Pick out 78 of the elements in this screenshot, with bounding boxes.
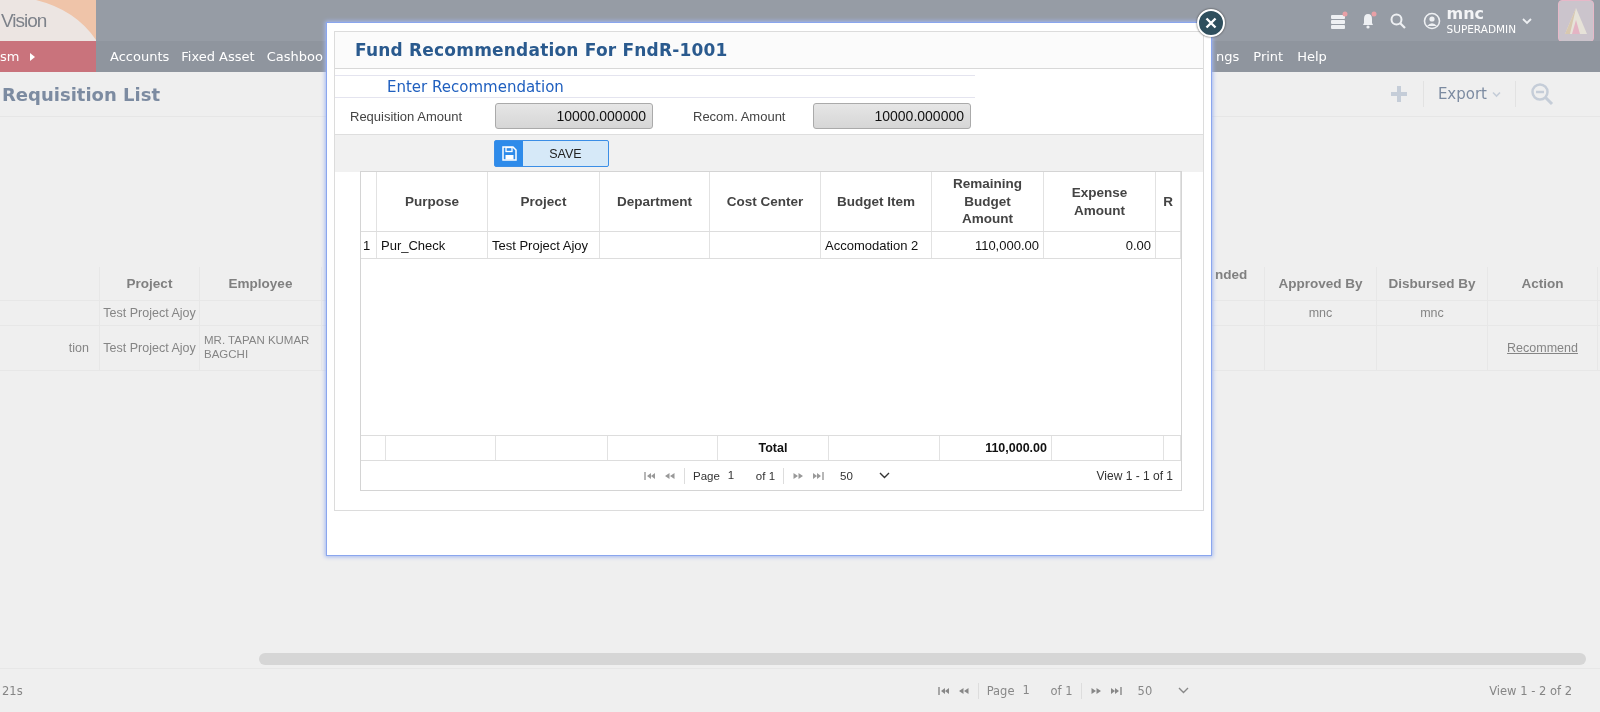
caret-icon — [1492, 90, 1501, 98]
page-total: of 1 — [755, 469, 776, 482]
menu-item[interactable]: Fixed Asset — [181, 49, 255, 64]
column-header: Budget Item — [837, 192, 915, 211]
close-icon — [1205, 17, 1217, 29]
page-title: Requisition List — [2, 83, 160, 105]
column-header: Department — [617, 192, 692, 211]
page-label: Page — [986, 683, 1015, 698]
column-header: Remaining Budget Amount — [952, 175, 1023, 228]
next-page-icon[interactable] — [1089, 686, 1102, 695]
user-name: mnc — [1446, 6, 1486, 23]
table-cell: mnc — [1308, 306, 1333, 320]
table-cell: Test Project Ajoy — [492, 237, 589, 253]
last-page-icon[interactable] — [1109, 686, 1122, 695]
section-title: Enter Recommendation — [387, 77, 564, 96]
footer-text: 21s — [2, 683, 24, 698]
column-header: Cost Center — [726, 192, 804, 211]
dialog-title: Fund Recommendation For FndR-1001 — [355, 40, 728, 60]
scrollbar-thumb[interactable] — [259, 653, 1586, 665]
module-label: sm — [0, 49, 20, 64]
table-cell: tion — [68, 341, 89, 355]
page-size-select[interactable]: 50 — [1133, 681, 1194, 700]
table-cell-text: MR. TAPAN KUMAR BAGCHI — [204, 334, 311, 362]
save-button[interactable]: SAVE — [494, 140, 609, 167]
last-page-icon[interactable] — [812, 471, 825, 480]
table-cell: Pur_Check — [381, 237, 446, 253]
page-number-field[interactable]: 1 — [727, 469, 748, 482]
column-header: Purpose — [405, 192, 459, 211]
first-page-icon[interactable] — [644, 471, 656, 480]
logo-text: Vision — [1, 10, 47, 32]
caret-icon — [1178, 687, 1190, 694]
table-cell: Test Project Ajoy — [103, 306, 196, 320]
table-cell: mnc — [1420, 306, 1444, 320]
recommend-link[interactable]: Recommend — [1507, 341, 1578, 355]
row-number: 1 — [363, 237, 371, 253]
column-header: Project — [126, 276, 173, 291]
previous-page-icon[interactable] — [957, 686, 970, 695]
menu-item[interactable]: Cashboo — [266, 49, 323, 64]
column-header: Expense Amount — [1070, 183, 1129, 220]
page-total: of 1 — [1050, 683, 1073, 698]
column-header: Action — [1521, 276, 1564, 291]
next-page-icon[interactable] — [792, 471, 805, 480]
previous-page-icon[interactable] — [664, 471, 676, 480]
column-header: nded — [1215, 267, 1248, 282]
column-header: Employee — [228, 276, 293, 291]
first-page-icon[interactable] — [937, 686, 950, 695]
total-label: Total — [758, 441, 788, 455]
amount-field[interactable]: 10000.000000 — [813, 103, 971, 129]
field-label: Recom. Amount — [693, 108, 787, 124]
menu-item[interactable]: ngs — [1216, 49, 1240, 64]
field-label: Requisition Amount — [350, 108, 463, 124]
table-cell: 0.00 — [1125, 237, 1151, 253]
column-header: Project — [520, 192, 567, 211]
record-count: View 1 - 1 of 1 — [1096, 468, 1173, 483]
menu-item[interactable]: Accounts — [110, 49, 170, 64]
caret-icon — [878, 472, 890, 479]
column-header: Approved By — [1278, 276, 1363, 291]
table-cell: Test Project Ajoy — [103, 341, 196, 355]
record-count: View 1 - 2 of 2 — [1489, 683, 1572, 698]
export-button[interactable]: Export — [1437, 85, 1501, 103]
caret-icon[interactable] — [1522, 16, 1532, 25]
menu-item[interactable]: Help — [1297, 49, 1327, 64]
total-value: 110,000.00 — [985, 441, 1047, 455]
search-icon[interactable] — [1388, 11, 1407, 30]
app-switcher[interactable] — [1558, 0, 1594, 42]
page-label: Page — [693, 469, 720, 482]
column-header: Disbursed By — [1388, 276, 1476, 291]
menu-item[interactable]: Print — [1253, 49, 1284, 64]
amount-field[interactable]: 10000.000000 — [495, 103, 653, 129]
column-header: R — [1163, 192, 1173, 211]
table-cell: 110,000.00 — [974, 237, 1039, 253]
user-role[interactable]: SUPERADMIN — [1446, 24, 1516, 35]
server-icon[interactable] — [1328, 10, 1349, 31]
table-cell: Accomodation 2 — [825, 237, 919, 253]
module-menu[interactable]: sm — [0, 41, 96, 72]
page-number-field[interactable]: 1 — [1022, 683, 1043, 698]
user-avatar-icon[interactable] — [1422, 11, 1441, 30]
caret-right-icon — [29, 51, 37, 62]
